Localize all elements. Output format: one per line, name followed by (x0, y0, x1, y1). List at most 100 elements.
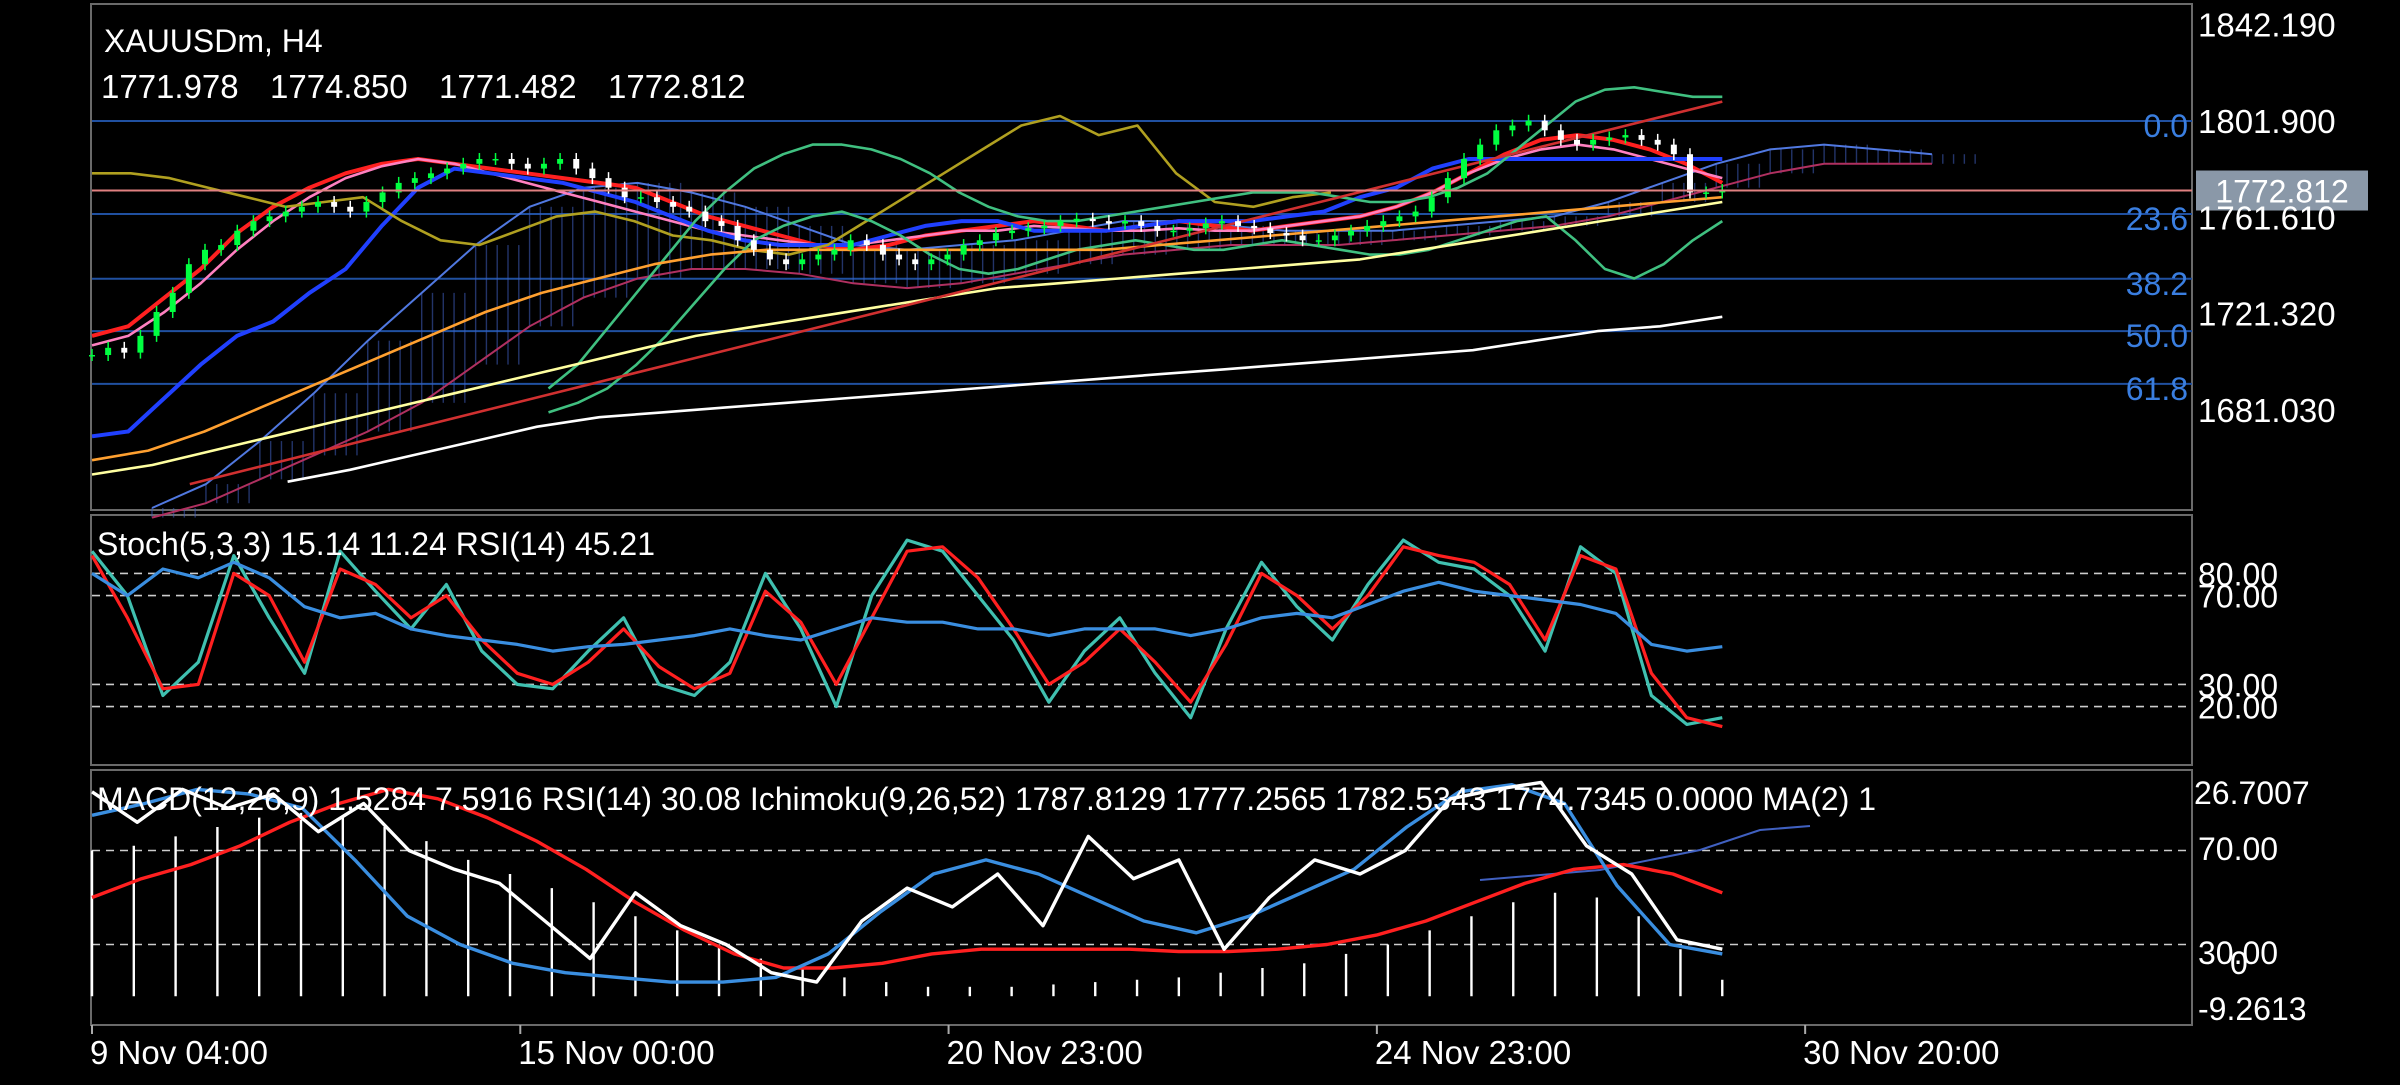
candle-body (105, 347, 112, 356)
candle-body (783, 259, 790, 265)
candle-body (218, 245, 225, 250)
ohlc-low: 1771.482 (439, 68, 577, 105)
candle-body (234, 230, 241, 246)
candle-body (1041, 225, 1048, 229)
candle-body (1686, 154, 1693, 193)
price-tick-label: 1842.190 (2198, 7, 2336, 44)
candle-body (1138, 221, 1145, 226)
candle-body (1073, 218, 1080, 222)
candle-body (1202, 223, 1209, 229)
candle-body (799, 259, 806, 265)
candle-body (879, 245, 886, 255)
candle-body (1315, 240, 1322, 242)
candle-body (1525, 120, 1532, 126)
candle-body (1670, 144, 1677, 155)
candle-body (508, 158, 515, 164)
candle-body (653, 197, 660, 203)
price-tick-label: 1721.320 (2198, 296, 2336, 333)
candle-body (637, 197, 644, 199)
candle-body (1299, 235, 1306, 241)
candle-body (347, 206, 354, 212)
candle-body (1025, 228, 1032, 231)
candle-body (944, 254, 951, 260)
candle-body (185, 264, 192, 293)
candle-body (1573, 139, 1580, 145)
stoch-title: Stoch(5,3,3) 15.14 11.24 RSI(14) 45.21 (97, 526, 655, 562)
candle-body (928, 259, 935, 265)
candle-body (314, 202, 321, 207)
candle-body (1493, 130, 1500, 145)
candle-body (1235, 221, 1242, 226)
candle-body (766, 249, 773, 260)
candle-body (427, 173, 434, 179)
candle-body (460, 163, 467, 169)
price-tick-label: 1801.900 (2198, 103, 2336, 140)
candle-body (863, 240, 870, 246)
macd-tick-label: 0 (2230, 945, 2248, 981)
candle-body (1557, 130, 1564, 140)
candle-body (976, 240, 983, 246)
price-tick-label: 1681.030 (2198, 392, 2336, 429)
candle-body (1283, 233, 1290, 236)
candle-body (1170, 230, 1177, 233)
ohlc-close: 1772.812 (608, 68, 746, 105)
candle-body (815, 254, 822, 260)
candle-body (121, 347, 128, 353)
candle-body (1654, 139, 1661, 145)
candle-body (1396, 216, 1403, 222)
candle-body (557, 158, 564, 164)
macd-tick-label: -9.2613 (2198, 991, 2307, 1027)
candle-body (331, 202, 338, 207)
macd-tick-label: 26.7007 (2194, 775, 2310, 811)
macd-tick-label: 70.00 (2198, 831, 2278, 867)
candle-body (1122, 221, 1129, 224)
candle-body (169, 292, 176, 312)
ohlc-open: 1771.978 (101, 68, 239, 105)
candle-body (1009, 230, 1016, 234)
fib-label-61.8: 61.8 (2126, 371, 2188, 407)
candle-body (1057, 221, 1064, 226)
candle-body (621, 187, 628, 198)
x-tick-label: 15 Nov 00:00 (518, 1034, 714, 1071)
candle-body (734, 225, 741, 241)
candle-body (573, 158, 580, 169)
candle-body (1380, 221, 1387, 226)
candle-body (1186, 228, 1193, 231)
candle-body (1461, 158, 1468, 179)
candle-body (589, 168, 596, 179)
candle-body (1364, 225, 1371, 231)
candle-body (89, 355, 95, 357)
candle-body (1428, 197, 1435, 212)
x-tick-label: 9 Nov 04:00 (90, 1034, 268, 1071)
candle-body (250, 221, 257, 231)
candle-body (282, 211, 289, 217)
candle-body (524, 163, 531, 169)
candle-body (847, 240, 854, 250)
candle-body (379, 192, 386, 203)
candle-body (1105, 221, 1112, 224)
stoch-tick-label: 20.00 (2198, 690, 2278, 726)
ohlc-high: 1774.850 (270, 68, 408, 105)
trading-chart[interactable]: XAUUSDm, H4 1771.978 1774.850 1771.482 1… (0, 0, 2400, 1080)
price-tick-label: 1761.610 (2198, 199, 2336, 236)
candle-body (960, 245, 967, 255)
candle-body (363, 202, 370, 212)
candle-body (912, 259, 919, 265)
candle-body (201, 249, 208, 265)
candle-body (670, 202, 677, 207)
candle-body (153, 311, 160, 336)
candle-body (444, 168, 451, 174)
x-tick-label: 20 Nov 23:00 (947, 1034, 1143, 1071)
chart-canvas[interactable]: XAUUSDm, H4 1771.978 1774.850 1771.482 1… (0, 0, 2400, 1080)
candle-body (1622, 135, 1629, 138)
candle-body (266, 216, 273, 222)
candle-body (702, 211, 709, 222)
candle-body (750, 240, 757, 250)
candle-body (686, 206, 693, 212)
macd-title: MACD(12,26,9) 1.5284 7.5916 RSI(14) 30.0… (97, 781, 1876, 817)
candle-body (1638, 135, 1645, 140)
candle-body (1154, 225, 1161, 231)
candle-body (718, 221, 725, 226)
candle-body (831, 249, 838, 255)
fib-label-23.6: 23.6 (2126, 201, 2188, 237)
